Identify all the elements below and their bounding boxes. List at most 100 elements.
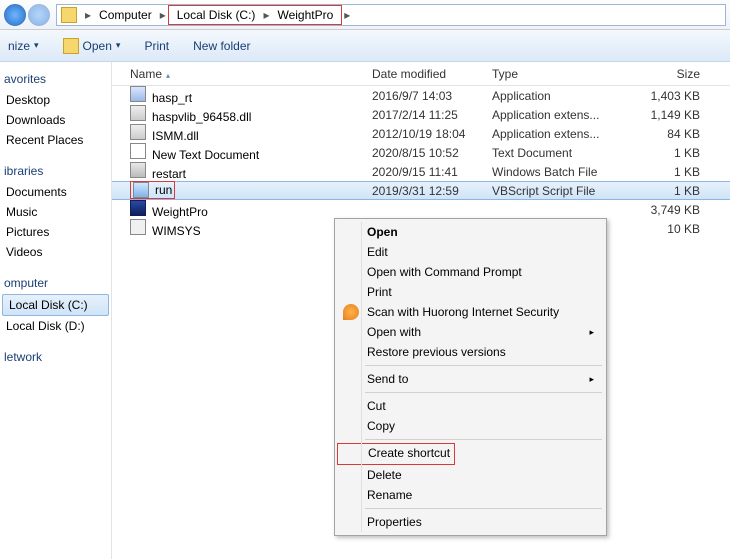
file-row[interactable]: New Text Document 2020/8/15 10:52Text Doc… (112, 143, 730, 162)
chevron-right-icon[interactable]: ▸ (158, 8, 168, 22)
file-icon (130, 105, 146, 121)
file-name: ISMM.dll (152, 129, 199, 143)
ctx-properties[interactable]: Properties (337, 512, 604, 532)
file-size: 1 KB (612, 165, 730, 179)
file-type: Text Document (492, 146, 612, 160)
forward-button[interactable] (28, 4, 50, 26)
ctx-rename[interactable]: Rename (337, 485, 604, 505)
file-size: 1,403 KB (612, 89, 730, 103)
file-row[interactable]: run 2019/3/31 12:59VBScript Script File1 … (112, 181, 730, 200)
file-date: 2017/2/14 11:25 (372, 108, 492, 122)
chevron-right-icon[interactable]: ▸ (261, 8, 271, 22)
chevron-down-icon: ▾ (116, 40, 121, 51)
file-name: haspvlib_96458.dll (152, 110, 251, 124)
ctx-send-to[interactable]: Send to▸ (337, 369, 604, 389)
file-name: WIMSYS (152, 224, 201, 238)
ctx-delete[interactable]: Delete (337, 465, 604, 485)
ctx-copy[interactable]: Copy (337, 416, 604, 436)
sidebar-item[interactable]: Videos (0, 242, 111, 262)
back-button[interactable] (4, 4, 26, 26)
file-size: 1 KB (612, 146, 730, 160)
ctx-separator (365, 439, 602, 440)
crumb-drive[interactable]: Local Disk (C:) (171, 6, 262, 24)
sidebar-item[interactable]: Local Disk (C:) (2, 294, 109, 316)
sidebar-favorites-header[interactable]: avorites (0, 68, 111, 90)
file-type: Application extens... (492, 127, 612, 141)
column-header: Name▴ Date modified Type Size (112, 62, 730, 86)
crumb-highlight-box: Local Disk (C:) ▸ WeightPro (168, 5, 343, 25)
breadcrumb[interactable]: ▸ Computer ▸ Local Disk (C:) ▸ WeightPro… (56, 4, 726, 26)
print-button[interactable]: Print (144, 39, 169, 53)
chevron-right-icon[interactable]: ▸ (342, 8, 352, 22)
ctx-open[interactable]: Open (337, 222, 604, 242)
chevron-right-icon[interactable]: ▸ (83, 8, 93, 22)
address-bar: ▸ Computer ▸ Local Disk (C:) ▸ WeightPro… (0, 0, 730, 30)
file-icon (130, 162, 146, 178)
file-size: 84 KB (612, 127, 730, 141)
open-button[interactable]: Open ▾ (63, 38, 121, 54)
ctx-edit[interactable]: Edit (337, 242, 604, 262)
context-menu: Open Edit Open with Command Prompt Print… (334, 218, 607, 536)
file-size: 1,149 KB (612, 108, 730, 122)
file-row[interactable]: haspvlib_96458.dll2017/2/14 11:25Applica… (112, 105, 730, 124)
file-icon (130, 219, 146, 235)
file-row[interactable]: hasp_rt2016/9/7 14:03Application1,403 KB (112, 86, 730, 105)
file-icon (130, 86, 146, 102)
ctx-create-shortcut[interactable]: Create shortcut (337, 443, 455, 465)
organize-button[interactable]: nize ▾ (8, 39, 39, 53)
ctx-restore[interactable]: Restore previous versions (337, 342, 604, 362)
sidebar-item[interactable]: Downloads (0, 110, 111, 130)
new-folder-button[interactable]: New folder (193, 39, 250, 53)
chevron-right-icon: ▸ (589, 327, 594, 338)
file-icon (130, 124, 146, 140)
file-type: VBScript Script File (492, 184, 612, 198)
ctx-open-with[interactable]: Open with▸ (337, 322, 604, 342)
file-icon (130, 143, 146, 159)
ctx-cut[interactable]: Cut (337, 396, 604, 416)
chevron-right-icon: ▸ (589, 374, 594, 385)
file-type: Application (492, 89, 612, 103)
sidebar-item[interactable]: Pictures (0, 222, 111, 242)
sidebar-item[interactable]: Documents (0, 182, 111, 202)
sidebar-computer-header[interactable]: omputer (0, 272, 111, 294)
chevron-down-icon: ▾ (34, 40, 39, 51)
ctx-separator (365, 508, 602, 509)
file-date: 2019/3/31 12:59 (372, 184, 492, 198)
col-type[interactable]: Type (492, 67, 612, 81)
sidebar-item[interactable]: Music (0, 202, 111, 222)
file-row[interactable]: restart 2020/9/15 11:41Windows Batch File… (112, 162, 730, 181)
file-name: restart (152, 167, 186, 181)
crumb-folder[interactable]: WeightPro (271, 6, 339, 24)
ctx-separator (365, 365, 602, 366)
sidebar-item[interactable]: Local Disk (D:) (0, 316, 111, 336)
file-name: run (155, 183, 172, 197)
sidebar: avorites DesktopDownloadsRecent Places i… (0, 62, 112, 559)
sidebar-libraries-header[interactable]: ibraries (0, 160, 111, 182)
file-date: 2020/9/15 11:41 (372, 165, 492, 179)
ctx-huorong[interactable]: Scan with Huorong Internet Security (337, 302, 604, 322)
folder-open-icon (63, 38, 79, 54)
file-type: Windows Batch File (492, 165, 612, 179)
file-name: WeightPro (152, 205, 208, 219)
file-name: New Text Document (152, 148, 259, 162)
col-name[interactable]: Name▴ (112, 67, 372, 81)
file-date: 2012/10/19 18:04 (372, 127, 492, 141)
col-size[interactable]: Size (612, 67, 730, 81)
toolbar: nize ▾ Open ▾ Print New folder (0, 30, 730, 62)
file-size: 1 KB (612, 184, 730, 198)
ctx-print[interactable]: Print (337, 282, 604, 302)
folder-icon (61, 7, 77, 23)
sidebar-item[interactable]: Recent Places (0, 130, 111, 150)
sidebar-item[interactable]: Desktop (0, 90, 111, 110)
ctx-open-cmd[interactable]: Open with Command Prompt (337, 262, 604, 282)
col-date[interactable]: Date modified (372, 67, 492, 81)
file-date: 2020/8/15 10:52 (372, 146, 492, 160)
file-row[interactable]: WeightPro3,749 KB (112, 200, 730, 219)
file-icon (133, 182, 149, 198)
file-row[interactable]: ISMM.dll 2012/10/19 18:04Application exte… (112, 124, 730, 143)
file-icon (130, 200, 146, 216)
file-date: 2016/9/7 14:03 (372, 89, 492, 103)
sort-asc-icon: ▴ (166, 71, 170, 80)
crumb-computer[interactable]: Computer (93, 5, 158, 25)
sidebar-network-header[interactable]: letwork (0, 346, 111, 368)
